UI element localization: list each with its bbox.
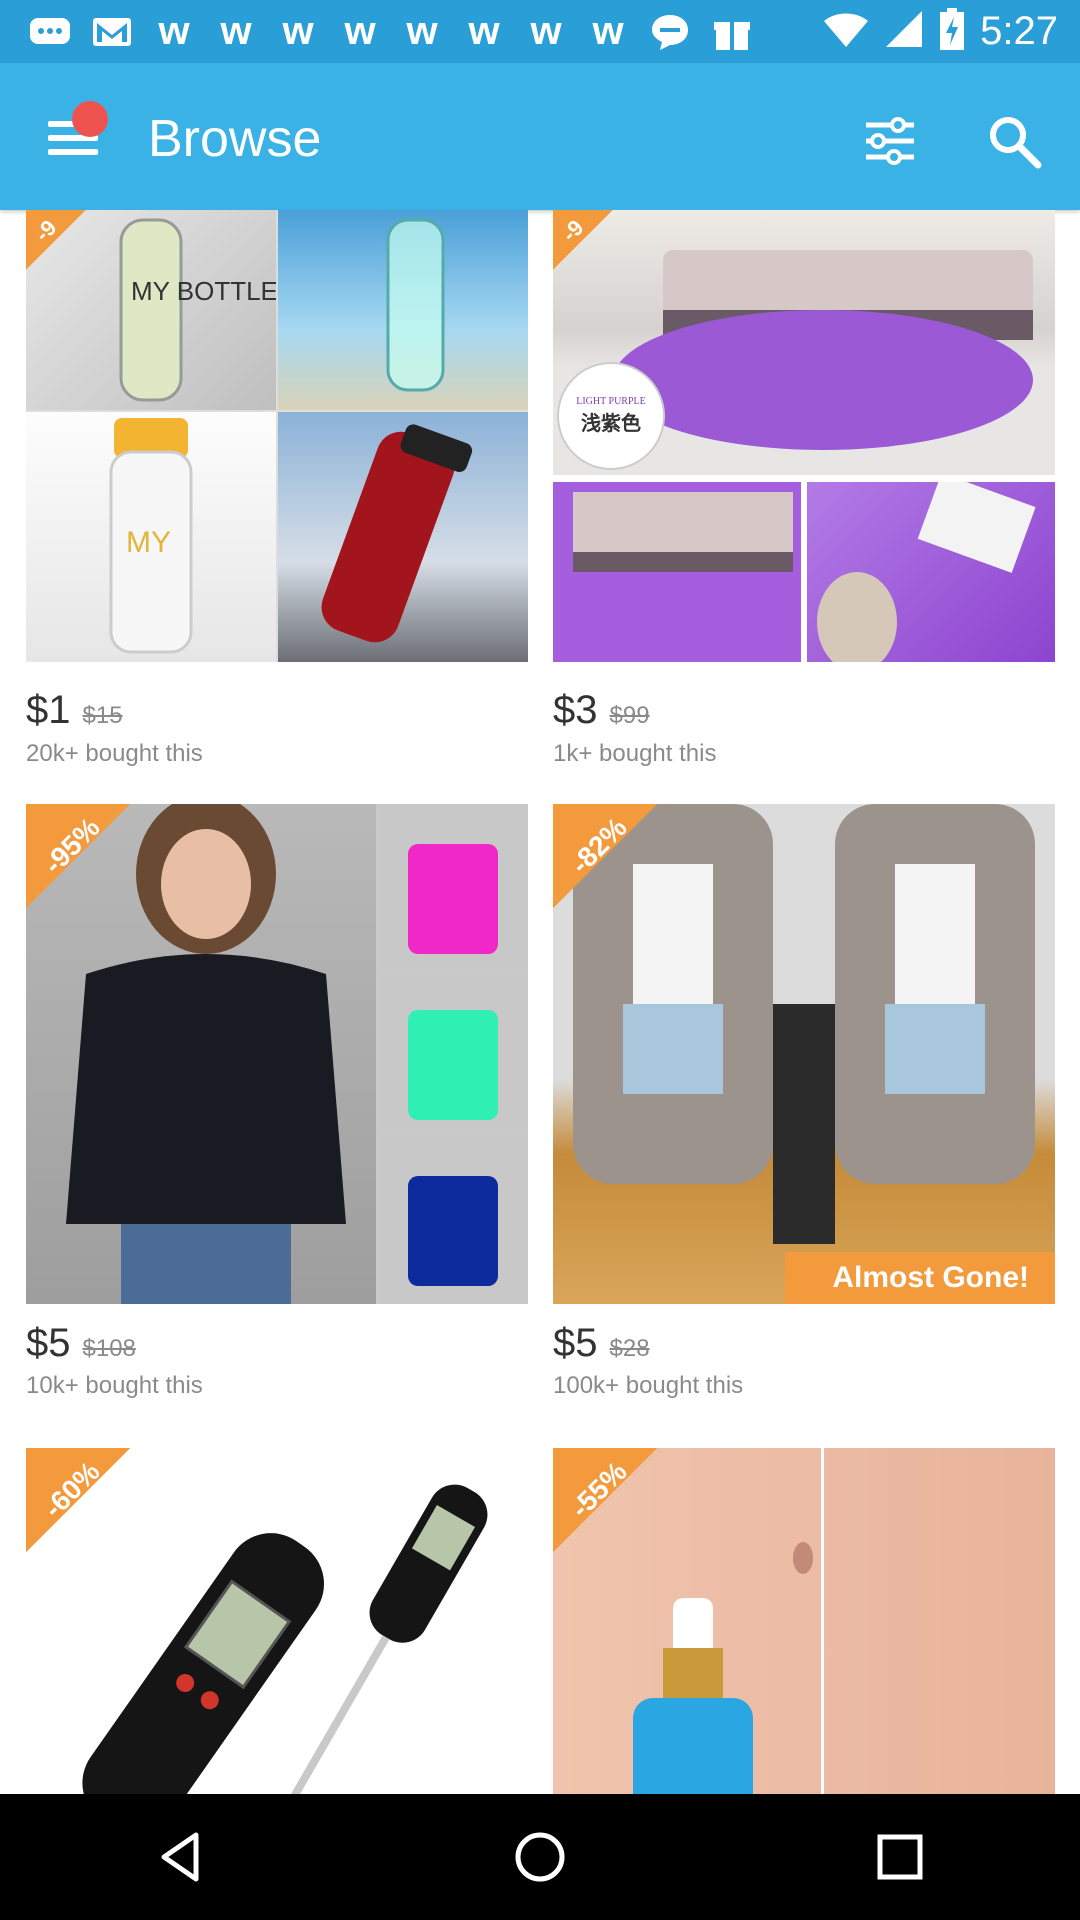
wifi-icon: [822, 9, 870, 54]
gift-icon: [706, 10, 758, 54]
product-image[interactable]: -60%: [26, 1448, 528, 1794]
search-icon: [990, 117, 1042, 169]
discount-badge: -95%: [26, 804, 130, 908]
discount-badge: -82%: [553, 804, 657, 908]
app-bar: Browse: [0, 63, 1080, 210]
price: $5: [26, 1321, 71, 1365]
notification-badge: [72, 101, 108, 137]
wish-icon: w: [220, 9, 252, 53]
wish-icon: w: [158, 9, 190, 53]
discount-badge: -60%: [26, 1448, 130, 1552]
recents-icon: [877, 1834, 923, 1880]
status-bar: w w w w w w w w 5:27: [0, 0, 1080, 63]
wish-icon: w: [592, 9, 624, 53]
messenger-icon: [644, 10, 696, 54]
original-price: $15: [82, 702, 123, 729]
svg-text:MY: MY: [126, 526, 171, 559]
original-price: $28: [609, 1335, 650, 1362]
search-button[interactable]: [984, 111, 1044, 171]
filter-button[interactable]: [860, 111, 920, 171]
bought-count: 10k+ bought this: [26, 1372, 203, 1399]
wish-icon: w: [282, 9, 314, 53]
bottle-label: MY BOTTLE: [131, 276, 276, 306]
product-image[interactable]: LIGHT PURPLE 浅紫色 -9: [553, 210, 1055, 662]
page-title: Browse: [148, 110, 322, 168]
bought-count: 20k+ bought this: [26, 740, 203, 767]
back-icon: [161, 1832, 199, 1882]
system-nav-bar: [0, 1794, 1080, 1920]
signal-icon: [884, 9, 924, 54]
color-label-circle: LIGHT PURPLE 浅紫色: [557, 362, 665, 470]
wish-icon: w: [468, 9, 500, 53]
home-button[interactable]: [480, 1797, 600, 1917]
gmail-icon: [86, 10, 138, 54]
product-image[interactable]: Almost Gone! -82%: [553, 804, 1055, 1304]
back-button[interactable]: [120, 1797, 240, 1917]
chat-icon: [24, 10, 76, 54]
recents-button[interactable]: [840, 1797, 960, 1917]
bought-count: 100k+ bought this: [553, 1372, 744, 1399]
product-image[interactable]: -95%: [26, 804, 528, 1304]
wish-icon: w: [344, 9, 376, 53]
discount-badge: -9: [26, 210, 86, 270]
almost-gone-tag: Almost Gone!: [755, 1252, 1055, 1304]
original-price: $108: [82, 1335, 136, 1362]
bought-count: 1k+ bought this: [553, 740, 717, 767]
wish-icon: w: [530, 9, 562, 53]
price: $1: [26, 688, 71, 732]
product-grid: MY BOTTLE MY -9 $1 $15 20k+ bought this: [0, 210, 1080, 1794]
wish-icon: w: [406, 9, 438, 53]
price: $3: [553, 688, 598, 732]
home-icon: [515, 1832, 565, 1882]
discount-badge: -9: [553, 210, 613, 270]
discount-badge: -55%: [553, 1448, 657, 1552]
product-image[interactable]: MY BOTTLE MY -9: [26, 210, 528, 662]
clock: 5:27: [980, 9, 1058, 53]
original-price: $99: [609, 702, 650, 729]
battery-icon: [938, 7, 966, 56]
product-image[interactable]: -55%: [553, 1448, 1055, 1794]
sliders-icon: [866, 117, 914, 165]
price: $5: [553, 1321, 598, 1365]
